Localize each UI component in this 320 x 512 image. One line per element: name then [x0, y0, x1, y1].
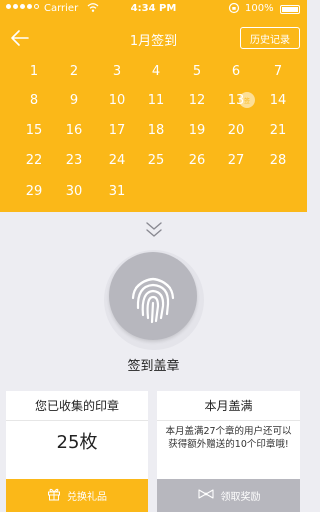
calendar-day[interactable]: 19: [177, 123, 217, 138]
calendar-day[interactable]: 13 签: [216, 92, 256, 108]
calendar-day-number: 7: [273, 64, 283, 79]
calendar-day-number: 14: [269, 93, 287, 108]
calendar-day[interactable]: 17: [97, 123, 137, 138]
calendar-day[interactable]: 18: [136, 123, 176, 138]
calendar-day[interactable]: 23: [54, 153, 94, 168]
history-button[interactable]: 历史记录: [240, 27, 300, 49]
calendar-day[interactable]: 10: [97, 93, 137, 108]
calendar-day[interactable]: 20: [216, 123, 256, 138]
battery-percentage: 100%: [245, 3, 274, 14]
monthly-full-description: 本月盖满27个章的用户还可以获得额外赠送的10个印章哦!: [165, 426, 292, 450]
monthly-full-title: 本月盖满: [157, 391, 300, 421]
calendar-day[interactable]: 28: [258, 153, 298, 168]
claim-reward-label: 领取奖励: [220, 492, 261, 503]
calendar-day-number: 10: [108, 93, 126, 108]
calendar-day[interactable]: 25: [136, 153, 176, 168]
calendar-day[interactable]: 5: [177, 64, 217, 79]
calendar-day[interactable]: 14: [258, 93, 298, 108]
calendar-day-number: 21: [269, 123, 287, 138]
calendar-day-number: 2: [69, 64, 79, 79]
calendar-day-number: 23: [65, 153, 83, 168]
calendar-day-number: 24: [108, 153, 126, 168]
calendar-day[interactable]: 4: [136, 64, 176, 79]
calendar-day-number: 5: [192, 64, 202, 79]
calendar-day[interactable]: 31: [97, 184, 137, 199]
calendar-day[interactable]: 24: [97, 153, 137, 168]
calendar-day[interactable]: 6: [216, 64, 256, 79]
redeem-gift-button[interactable]: 兑换礼品: [6, 479, 148, 512]
calendar-day-number: 11: [147, 93, 165, 108]
gift-icon: [47, 487, 61, 504]
double-chevron-down-icon[interactable]: [143, 219, 165, 241]
nav-bar: 1月签到 历史记录: [0, 18, 307, 58]
claim-reward-button[interactable]: 领取奖励: [157, 479, 300, 512]
calendar-day[interactable]: 8: [14, 93, 54, 108]
calendar-day[interactable]: 3: [97, 64, 137, 79]
calendar-day[interactable]: 21: [258, 123, 298, 138]
calendar-day-number: 20: [227, 123, 245, 138]
bow-icon: [197, 488, 215, 503]
calendar-day-number: 8: [29, 93, 39, 108]
sign-in-label: 签到盖章: [127, 359, 180, 374]
calendar-day[interactable]: 22: [14, 153, 54, 168]
collected-stamps-title: 您已收集的印章: [6, 391, 148, 421]
calendar-day-number: 30: [65, 184, 83, 199]
calendar-day-number: 4: [151, 64, 161, 79]
calendar-day-number: 26: [188, 153, 206, 168]
redeem-gift-label: 兑换礼品: [67, 492, 107, 503]
calendar-day-number: 28: [269, 153, 287, 168]
calendar-day-number: 27: [227, 153, 245, 168]
stamp-mark-icon: 签: [239, 92, 255, 108]
calendar-day-number: 22: [25, 153, 43, 168]
calendar-day[interactable]: 26: [177, 153, 217, 168]
fingerprint-button[interactable]: [109, 252, 197, 340]
rotation-lock-icon: [228, 2, 240, 17]
calendar-day[interactable]: 2: [54, 64, 94, 79]
calendar-day-number: 25: [147, 153, 165, 168]
calendar-day-number: 12: [188, 93, 206, 108]
calendar-day-number: 31: [108, 184, 126, 199]
calendar-day[interactable]: 7: [258, 64, 298, 79]
collected-stamps-card: 您已收集的印章 25枚 兑换礼品: [6, 391, 148, 512]
calendar-day-number: 29: [25, 184, 43, 199]
calendar-day[interactable]: 12: [177, 93, 217, 108]
calendar-day-number: 9: [69, 93, 79, 108]
calendar-day[interactable]: 27: [216, 153, 256, 168]
calendar-day[interactable]: 30: [54, 184, 94, 199]
calendar-day-number: 19: [188, 123, 206, 138]
calendar-day[interactable]: 1: [14, 64, 54, 79]
stamp-count: 25枚: [56, 432, 98, 453]
status-bar: Carrier 4:34 PM 100%: [0, 0, 307, 18]
monthly-full-card: 本月盖满 本月盖满27个章的用户还可以获得额外赠送的10个印章哦! 领取奖励: [157, 391, 300, 512]
calendar-day-number: 18: [147, 123, 165, 138]
calendar-day-number: 1: [29, 64, 39, 79]
calendar-day-number: 15: [25, 123, 43, 138]
calendar-day[interactable]: 11: [136, 93, 176, 108]
calendar-day-number: 6: [231, 64, 241, 79]
calendar-day-number: 16: [65, 123, 83, 138]
calendar-day[interactable]: 29: [14, 184, 54, 199]
battery-icon: [280, 5, 300, 14]
calendar-day-number: 3: [112, 64, 122, 79]
calendar-day[interactable]: 9: [54, 93, 94, 108]
calendar-day[interactable]: 15: [14, 123, 54, 138]
calendar-day-number: 17: [108, 123, 126, 138]
calendar-day[interactable]: 16: [54, 123, 94, 138]
calendar-grid: 1 2 3 4 5 6 7 8 9 10 11 12 13 签 14 15 16 17 18 19 20 21 22 23 24…: [0, 58, 307, 212]
